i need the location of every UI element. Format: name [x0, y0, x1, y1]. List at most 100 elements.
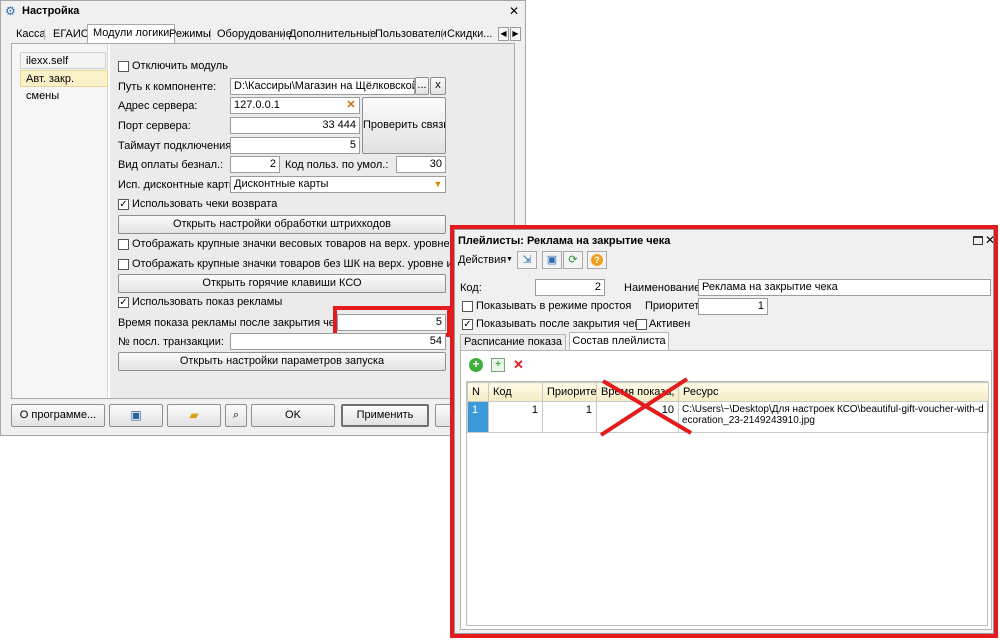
code-label: Код:	[460, 282, 482, 294]
chevron-down-icon[interactable]: ▼	[431, 177, 445, 192]
barcode-settings-button[interactable]: Открыть настройки обработки штрихкодов	[118, 215, 446, 234]
column-n[interactable]: N	[467, 382, 489, 402]
folder-icon: ▰	[189, 408, 199, 422]
code-cell[interactable]: 1	[488, 401, 543, 433]
playlist-grid: N Код Приоритет Время показа, с. Ресурс …	[466, 381, 989, 626]
open-folder-button[interactable]: ▰	[167, 404, 221, 427]
tab-additional[interactable]: Дополнительные	[284, 26, 381, 43]
close-icon[interactable]: ✕	[507, 3, 521, 19]
priority-label: Приоритет:	[645, 300, 703, 312]
tab-playlist-content[interactable]: Состав плейлиста	[569, 332, 669, 351]
apply-button[interactable]: Применить	[341, 404, 429, 427]
help-icon: ?	[591, 254, 603, 266]
tab-scroll-left-icon[interactable]: ◀	[498, 27, 509, 41]
timeout-label: Таймаут подключения, с:	[118, 140, 246, 152]
tab-logic-modules[interactable]: Модули логики	[87, 24, 176, 44]
use-return-checks-checkbox[interactable]: ✓	[118, 199, 129, 210]
actions-chevron-down-icon[interactable]: ▼	[506, 254, 513, 266]
ok-button[interactable]: OK	[251, 404, 335, 427]
actions-menu[interactable]: Действия	[458, 253, 506, 267]
maximize-icon[interactable]	[973, 236, 983, 245]
priority-field[interactable]: 1	[698, 298, 768, 315]
floppy-disk-icon: ▣	[130, 408, 142, 422]
search-button[interactable]: ⌕	[225, 404, 247, 427]
active-checkbox[interactable]	[636, 319, 647, 330]
delete-row-button[interactable]: ✕	[513, 357, 527, 373]
save-close-icon: ⇲	[522, 254, 532, 266]
copy-row-button[interactable]: +	[491, 358, 505, 372]
refresh-icon: ⟳	[568, 254, 578, 266]
clear-path-button[interactable]: x	[430, 77, 446, 95]
settings-window: ⚙ Настройка ✕ Касса ЕГАИС Модули логики …	[0, 0, 526, 436]
app-gear-icon: ⚙	[5, 4, 16, 18]
priority-cell[interactable]: 1	[542, 401, 597, 433]
clear-address-icon[interactable]: ✕	[344, 98, 358, 113]
module-list-item[interactable]: ilexx.self	[20, 52, 106, 69]
save-and-close-button[interactable]: ⇲	[517, 251, 537, 269]
add-row-button[interactable]: +	[469, 358, 483, 372]
browse-path-button[interactable]: ...	[415, 77, 429, 95]
name-label: Наименование:	[624, 282, 704, 294]
about-button[interactable]: О программе...	[11, 404, 105, 427]
component-path-field[interactable]: D:\Кассиры\Магазин на Щёлковской\Ка	[230, 78, 415, 95]
component-path-label: Путь к компоненте:	[118, 81, 217, 93]
default-user-field[interactable]: 30	[396, 156, 446, 173]
last-transaction-field[interactable]: 54	[230, 333, 446, 350]
name-field[interactable]: Реклама на закрытие чека	[698, 279, 991, 296]
playlist-content-panel: + + ✕ N Код Приоритет Время показа, с. Р…	[460, 350, 992, 630]
save-button[interactable]: ▣	[542, 251, 562, 269]
playlist-table: N Код Приоритет Время показа, с. Ресурс …	[467, 382, 989, 433]
discount-cards-select[interactable]: Дисконтные карты	[230, 176, 446, 193]
server-address-field[interactable]: 127.0.0.1	[230, 97, 360, 114]
large-weight-icons-checkbox[interactable]	[118, 239, 129, 250]
large-no-barcode-icons-checkbox[interactable]	[118, 259, 129, 270]
show-after-close-checkbox[interactable]: ✓	[462, 319, 473, 330]
row-number-cell[interactable]: 1	[467, 401, 489, 433]
last-transaction-label: № посл. транзакции:	[118, 336, 224, 348]
cashless-payment-field[interactable]: 2	[230, 156, 280, 173]
table-header-row: N Код Приоритет Время показа, с. Ресурс	[467, 382, 989, 402]
disable-module-checkbox[interactable]	[118, 61, 129, 72]
playlist-window-highlight: Плейлисты: Реклама на закрытие чека ✕ Де…	[450, 225, 998, 638]
settings-window-title: Настройка	[22, 5, 80, 17]
show-after-close-label: Показывать после закрытия чека	[476, 318, 646, 330]
server-address-label: Адрес сервера:	[118, 100, 198, 112]
floppy-disk-icon: ▣	[546, 254, 558, 266]
show-idle-checkbox[interactable]	[462, 301, 473, 312]
tab-modes[interactable]: Режимы	[164, 26, 216, 43]
code-field[interactable]: 2	[535, 279, 605, 296]
hotkeys-button[interactable]: Открыть горячие клавиши КСО	[118, 274, 446, 293]
discount-cards-label: Исп. дисконтные карты:	[118, 179, 240, 191]
check-connection-button[interactable]: Проверить связь	[362, 97, 446, 154]
column-priority[interactable]: Приоритет	[542, 382, 597, 402]
timeout-field[interactable]: 5	[230, 137, 360, 154]
cross-out-mark	[599, 377, 693, 437]
tab-discounts[interactable]: Скидки...	[442, 26, 497, 43]
save-button[interactable]: ▣	[109, 404, 163, 427]
module-list-item-selected[interactable]: Авт. закр. смены	[20, 70, 108, 102]
refresh-button[interactable]: ⟳	[563, 251, 583, 269]
disable-module-label: Отключить модуль	[132, 60, 228, 72]
tab-schedule[interactable]: Расписание показа	[460, 334, 566, 351]
large-no-barcode-icons-label: Отображать крупные значки товаров без ШК…	[132, 258, 495, 270]
active-label: Активен	[649, 318, 691, 330]
use-ads-checkbox[interactable]: ✓	[118, 297, 129, 308]
ad-time-label: Время показа рекламы после закрытия чека…	[118, 317, 361, 329]
tab-users[interactable]: Пользователи	[370, 26, 452, 43]
settings-title-bar: ⚙ Настройка ✕	[1, 1, 525, 21]
help-button[interactable]: ?	[587, 251, 607, 269]
server-port-field[interactable]: 33 444	[230, 117, 360, 134]
launch-params-button[interactable]: Открыть настройки параметров запуска	[118, 352, 446, 371]
copy-icon: +	[495, 359, 501, 370]
search-icon: ⌕	[232, 409, 240, 421]
default-user-label: Код польз. по умол.:	[285, 159, 389, 171]
column-code[interactable]: Код	[488, 382, 543, 402]
resource-cell[interactable]: C:\Users\~\Desktop\Для настроек КСО\beau…	[678, 401, 989, 433]
cashless-payment-label: Вид оплаты безнал.:	[118, 159, 224, 171]
close-icon[interactable]: ✕	[985, 232, 995, 248]
tab-scroll-right-icon[interactable]: ▶	[510, 27, 521, 41]
table-row[interactable]: 1 1 1 10 C:\Users\~\Desktop\Для настроек…	[467, 401, 989, 433]
use-return-checks-label: Использовать чеки возврата	[132, 198, 278, 210]
column-resource[interactable]: Ресурс	[678, 382, 989, 402]
module-list: ilexx.self Авт. закр. смены	[12, 44, 108, 398]
